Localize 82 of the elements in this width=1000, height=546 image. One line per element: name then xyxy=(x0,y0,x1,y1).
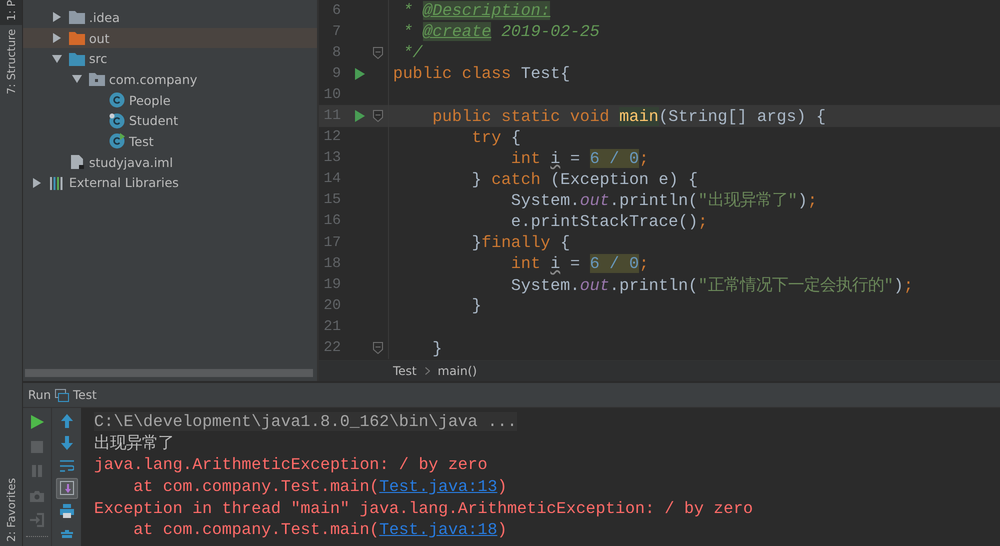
code-line: System.out.println("出现异常了"); xyxy=(510,190,818,212)
side-tab[interactable]: 7: Structure xyxy=(0,24,22,98)
code-line: try { xyxy=(470,128,521,147)
fold-icon[interactable] xyxy=(373,342,383,354)
collapsed-arrow-icon[interactable] xyxy=(52,33,62,44)
collapsed-arrow-icon[interactable] xyxy=(52,12,62,22)
code-line: }finally { xyxy=(470,233,570,252)
code-line: } xyxy=(431,338,442,358)
line-number: 17 xyxy=(322,234,341,251)
console-line: at com.company.Test.main(Test.java:13) xyxy=(132,477,508,496)
stack-trace-link[interactable]: Test.java:13 xyxy=(379,477,498,496)
class-icon xyxy=(109,92,125,108)
tree-item[interactable]: People xyxy=(23,90,317,110)
panel-title: Run xyxy=(28,388,52,402)
wrap-icon[interactable] xyxy=(60,460,74,472)
console-line: Exception in thread "main" java.lang.ArithmeticException: / by zero xyxy=(94,498,754,518)
tree-item[interactable]: com.company xyxy=(23,69,317,90)
line-number: 22 xyxy=(322,340,341,356)
code-line: int i = 6 / 0; xyxy=(510,254,649,274)
line-number: 13 xyxy=(322,150,341,166)
folder-icon xyxy=(69,10,85,24)
console-line: 出现异常了 xyxy=(94,433,174,454)
tree-item[interactable]: studyjava.iml xyxy=(23,152,317,172)
fold-icon[interactable] xyxy=(373,46,383,59)
line-number: 21 xyxy=(322,318,341,335)
down-arrow-icon[interactable] xyxy=(60,436,72,450)
expanded-arrow-icon[interactable] xyxy=(72,74,82,84)
code-line: int i = 6 / 0; xyxy=(510,148,649,168)
code-line: * @create 2019-02-25 xyxy=(402,22,600,42)
breadcrumb[interactable]: Test xyxy=(393,364,417,378)
tree-item[interactable]: Student xyxy=(23,110,317,132)
run-icon[interactable] xyxy=(30,415,44,429)
tree-item[interactable]: .idea xyxy=(23,7,317,28)
code-line: */ xyxy=(402,43,423,62)
code-line: } xyxy=(470,296,482,316)
package-icon xyxy=(89,72,105,86)
line-number: 18 xyxy=(322,256,341,272)
chevron-icon xyxy=(424,367,430,375)
scrollbar[interactable] xyxy=(25,369,313,377)
up-arrow-icon[interactable] xyxy=(60,414,72,428)
line-number: 10 xyxy=(322,86,341,103)
line-number: 16 xyxy=(322,213,341,230)
fold-icon[interactable] xyxy=(373,110,383,122)
line-number: 9 xyxy=(331,66,341,82)
line-number: 8 xyxy=(331,44,341,61)
run-gutter-icon[interactable] xyxy=(355,110,365,122)
line-number: 15 xyxy=(322,192,341,208)
run-gutter-icon[interactable] xyxy=(355,68,365,80)
print-icon[interactable] xyxy=(60,504,74,518)
code-line: } catch (Exception e) { xyxy=(470,170,698,189)
line-number: 6 xyxy=(331,2,341,19)
code-line: public static void main(String[] args) { xyxy=(431,106,826,126)
expanded-arrow-icon[interactable] xyxy=(52,54,62,64)
class-icon xyxy=(109,112,125,129)
stack-trace-link[interactable]: Test.java:18 xyxy=(379,520,498,540)
folder-icon xyxy=(69,31,85,46)
code-line: System.out.println("正常情况下一定会执行的"); xyxy=(510,274,914,296)
console-line: at com.company.Test.main(Test.java:18) xyxy=(132,520,508,540)
breadcrumb[interactable]: main() xyxy=(438,364,477,378)
line-number: 19 xyxy=(322,276,341,293)
tree-item[interactable]: External Libraries xyxy=(23,172,317,194)
libraries-icon xyxy=(49,174,65,191)
side-tab[interactable]: 1: P xyxy=(0,0,22,25)
line-number: 12 xyxy=(322,129,341,146)
collapsed-arrow-icon[interactable] xyxy=(32,178,42,188)
line-number: 14 xyxy=(322,171,341,188)
run-config-tab[interactable]: Test xyxy=(73,388,97,402)
line-number: 7 xyxy=(331,24,341,40)
code-line: e.printStackTrace(); xyxy=(510,212,708,231)
side-tab[interactable]: 2: Favorites xyxy=(0,474,22,546)
file-icon xyxy=(69,154,85,170)
class-icon xyxy=(109,133,125,150)
console-line: java.lang.ArithmeticException: / by zero xyxy=(94,455,488,474)
line-number: 20 xyxy=(322,298,341,314)
scroll-to-end-icon[interactable] xyxy=(60,481,74,496)
tree-item[interactable]: src xyxy=(23,48,317,70)
console-icon xyxy=(55,388,70,402)
tree-item[interactable]: out xyxy=(23,28,317,48)
trash-icon[interactable] xyxy=(60,530,72,538)
folder-icon xyxy=(69,52,85,66)
tree-item[interactable]: Test xyxy=(23,131,317,152)
code-line: public class Test{ xyxy=(393,64,570,84)
